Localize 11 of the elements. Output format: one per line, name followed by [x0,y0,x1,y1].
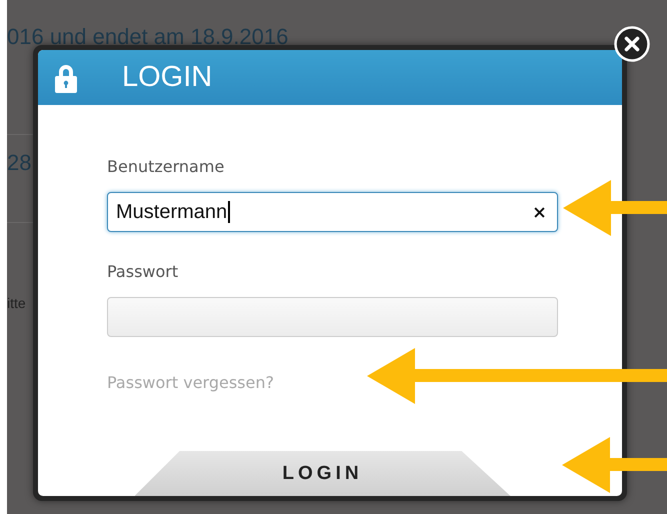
clear-icon[interactable] [534,206,545,218]
page-text: 016 und endet am 18.9.2016 [7,24,288,50]
field-label: Benutzername [107,157,226,176]
page-text: itte [7,295,26,311]
dialog-title: LOGIN [122,61,212,94]
page-text: 28 [7,150,32,176]
login-button[interactable]: LOGIN [134,451,510,496]
password-field[interactable] [107,297,558,337]
username-field[interactable]: Mustermann [107,192,558,232]
lock-icon [54,62,78,92]
field-label: Passwort [107,262,180,281]
